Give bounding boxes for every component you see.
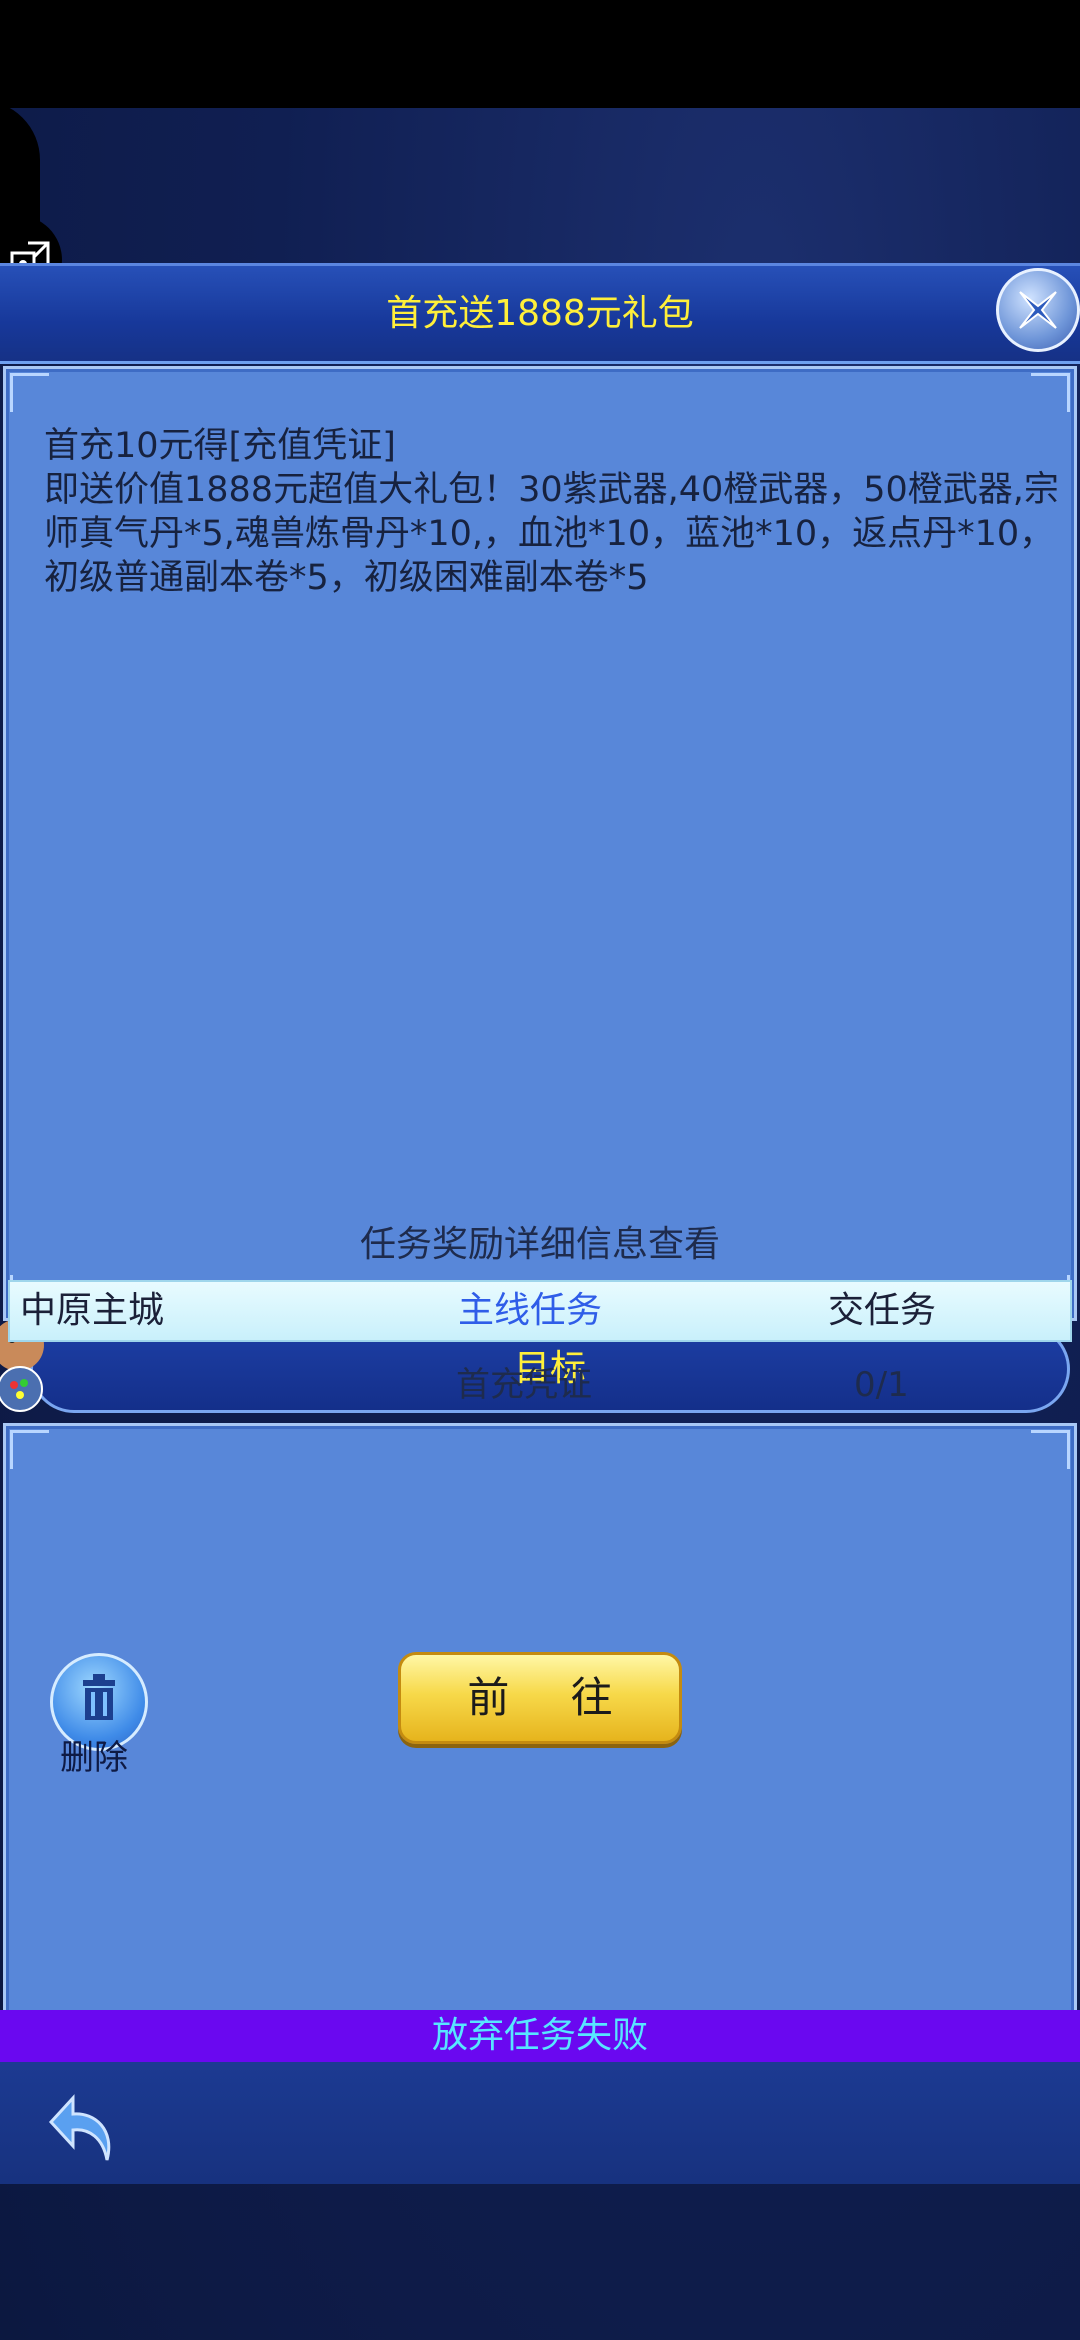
back-arrow-icon[interactable] (45, 2080, 125, 2170)
description-line-1: 首充10元得[充值凭证] (44, 426, 396, 466)
toast-banner: 放弃任务失败 (0, 2010, 1080, 2062)
dialog-title: 首充送1888元礼包 (386, 293, 694, 334)
fail-message: 放弃任务失败 (431, 2015, 648, 2056)
bottom-toolbar (0, 2062, 1080, 2184)
go-button-label: 前 往 (467, 1673, 637, 1722)
task-type: 主线任务 (458, 1290, 603, 1331)
delete-label: 删除 (60, 1738, 128, 1778)
task-dialog: 首充送1888元礼包 首充10元得[充值凭证] 即送价值1888元超值大礼包！3… (0, 263, 1080, 2048)
close-x-icon (1019, 291, 1057, 329)
dialog-title-bar: 首充送1888元礼包 (0, 263, 1080, 364)
status-bar (0, 0, 1080, 108)
corner-ornament (1031, 1430, 1070, 1469)
description-text: 首充10元得[充值凭证] 即送价值1888元超值大礼包！30紫武器,40橙武器，… (44, 424, 1074, 600)
corner-ornament (1031, 373, 1070, 412)
task-action: 交任务 (828, 1290, 937, 1331)
task-reward-title[interactable]: 任务奖励详细信息查看 (0, 1215, 1080, 1267)
task-city: 中原主城 (20, 1290, 165, 1331)
task-row[interactable]: 中原主城 主线任务 交任务 (8, 1280, 1072, 1342)
description-panel: 首充10元得[充值凭证] 即送价值1888元超值大礼包！30紫武器,40橙武器，… (3, 366, 1077, 1321)
close-button[interactable] (996, 268, 1080, 352)
corner-ornament (10, 1430, 49, 1469)
task-item-progress: 0/1 (854, 1365, 909, 1405)
description-line-2: 即送价值1888元超值大礼包！30紫武器,40橙武器，50橙武器,宗师真气丹*5… (44, 470, 1059, 598)
task-item-name: 首充凭证 (456, 1365, 592, 1405)
corner-ornament (10, 373, 49, 412)
go-button[interactable]: 前 往 (398, 1652, 682, 1744)
